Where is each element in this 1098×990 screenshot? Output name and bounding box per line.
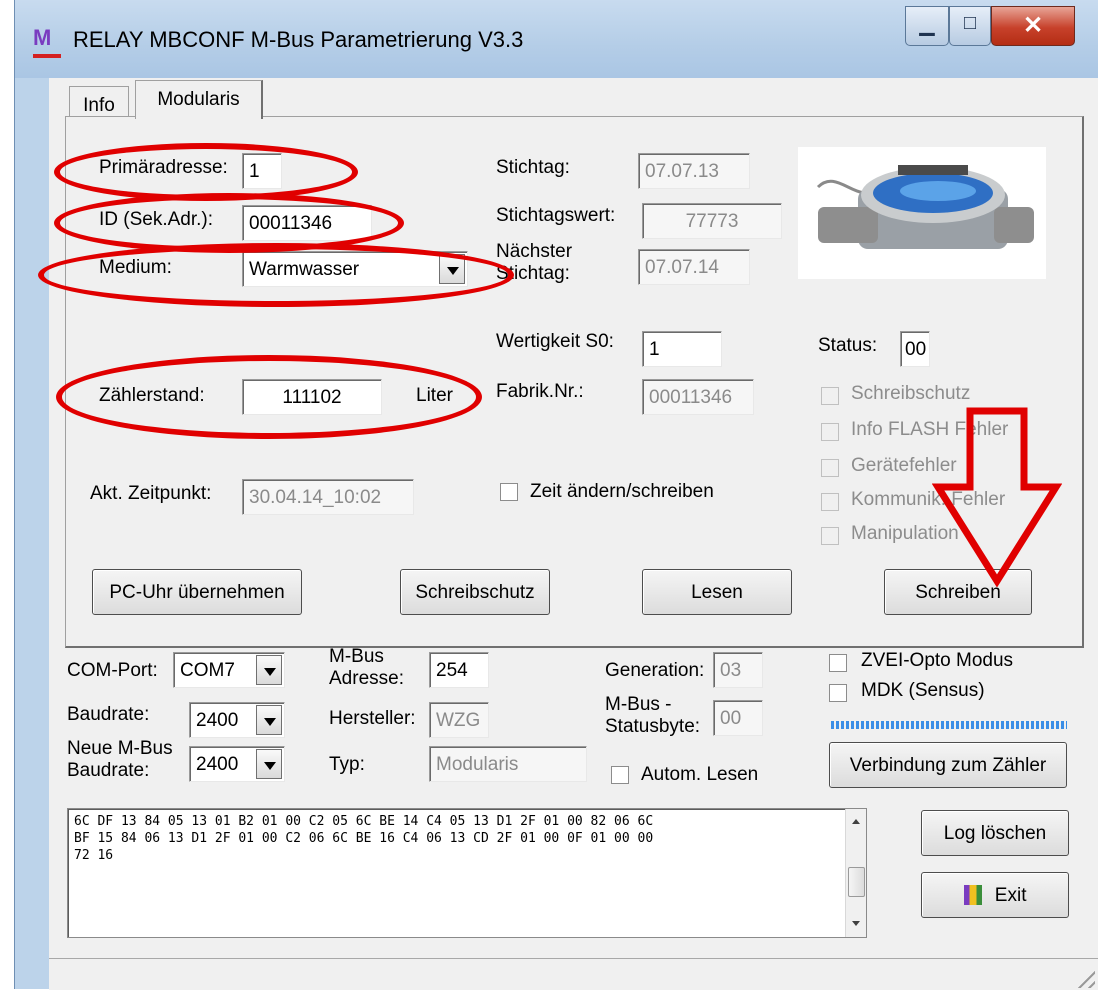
zvei-opto-label: ZVEI-Opto Modus (861, 650, 1014, 671)
tab-modularis-label: Modularis (157, 89, 240, 110)
annotation-ellipse-medium (38, 243, 514, 307)
progress-bar (831, 713, 1067, 729)
log-line: BF 15 84 06 13 D1 2F 01 00 C2 06 6C BE 1… (74, 831, 654, 846)
hersteller-label: Hersteller: (329, 708, 416, 729)
mbus-adresse-label: M-Bus Adresse: (329, 646, 404, 690)
annotation-ellipse-zaehlerstand (56, 355, 482, 439)
wertigkeit-s0-label: Wertigkeit S0: (496, 331, 614, 352)
chevron-down-icon[interactable] (256, 655, 282, 685)
chevron-down-icon[interactable] (256, 749, 282, 779)
statusbyte-label-line2: Statusbyte: (605, 716, 701, 737)
neue-baudrate-label: Neue M-Bus Baudrate: (67, 738, 173, 782)
neue-baudrate-value: 2400 (196, 754, 239, 775)
scroll-up-icon[interactable] (852, 819, 860, 824)
generation-field: 03 (713, 652, 763, 688)
minimize-icon: ▁ (919, 14, 935, 36)
stichtag-field: 07.07.13 (638, 153, 750, 189)
typ-label: Typ: (329, 754, 365, 775)
fabrik-nr-field: 00011346 (642, 379, 754, 415)
neue-baudrate-select[interactable]: 2400 (189, 746, 285, 782)
minimize-button[interactable]: ▁ (905, 6, 949, 46)
naechster-label-line1: Nächster (496, 241, 573, 262)
naechster-stichtag-field: 07.07.14 (638, 249, 750, 285)
status-bar (49, 958, 1098, 990)
annotation-arrow-down-icon (932, 407, 1062, 587)
stichtag-label: Stichtag: (496, 157, 570, 178)
scroll-down-icon[interactable] (852, 921, 860, 926)
zeit-aendern-checkbox[interactable] (500, 483, 518, 501)
statusbyte-label: M-Bus - Statusbyte: (605, 694, 700, 738)
mbus-adresse-label-line1: M-Bus (329, 646, 384, 667)
chevron-down-icon[interactable] (256, 705, 282, 735)
schreibschutz-check-label: Schreibschutz (851, 383, 971, 404)
akt-zeitpunkt-label: Akt. Zeitpunkt: (90, 483, 212, 504)
baudrate-label: Baudrate: (67, 704, 150, 725)
com-port-label: COM-Port: (67, 660, 158, 681)
zvei-opto-checkbox[interactable] (829, 654, 847, 672)
autom-lesen-label: Autom. Lesen (641, 764, 759, 785)
statusbyte-field: 00 (713, 700, 763, 736)
statusbyte-label-line1: M-Bus - (605, 694, 672, 715)
neue-baudrate-label-line2: Baudrate: (67, 760, 150, 781)
mbus-adresse-label-line2: Adresse: (329, 668, 404, 689)
stichtagswert-field: 77773 (642, 203, 782, 239)
window-title: RELAY MBCONF M-Bus Parametrierung V3.3 (73, 27, 524, 52)
fabrik-nr-label: Fabrik.Nr.: (496, 381, 584, 402)
app-window: M RELAY MBCONF M-Bus Parametrierung V3.3… (14, 0, 1098, 990)
mbus-adresse-field[interactable]: 254 (429, 652, 489, 688)
typ-field: Modularis (429, 746, 587, 782)
close-icon: ✕ (1022, 12, 1044, 39)
mdk-label: MDK (Sensus) (861, 680, 985, 701)
kommunik-checkbox (821, 493, 839, 511)
exit-button[interactable]: Exit (921, 872, 1069, 918)
maximize-icon: □ (963, 12, 977, 34)
stichtagswert-label: Stichtagswert: (496, 205, 616, 226)
autom-lesen-checkbox[interactable] (611, 766, 629, 784)
verbindung-button[interactable]: Verbindung zum Zähler (829, 742, 1067, 788)
client-area: Info Modularis Primäradresse: 1 ID (Sek.… (38, 78, 1098, 990)
com-port-value: COM7 (180, 660, 235, 681)
scroll-thumb[interactable] (848, 867, 865, 897)
log-textarea[interactable]: 6C DF 13 84 05 13 01 B2 01 00 C2 05 6C B… (67, 808, 867, 938)
resize-grip-icon[interactable] (1073, 966, 1095, 988)
status-label: Status: (818, 335, 878, 356)
pc-uhr-button[interactable]: PC-Uhr übernehmen (92, 569, 302, 615)
mdk-checkbox[interactable] (829, 684, 847, 702)
lesen-button[interactable]: Lesen (642, 569, 792, 615)
maximize-button[interactable]: □ (949, 6, 991, 46)
schreibschutz-button[interactable]: Schreibschutz (400, 569, 550, 615)
schreibschutz-checkbox (821, 387, 839, 405)
info-flash-checkbox (821, 423, 839, 441)
title-bar[interactable]: M RELAY MBCONF M-Bus Parametrierung V3.3… (15, 0, 1098, 78)
manipulation-checkbox (821, 527, 839, 545)
baudrate-select[interactable]: 2400 (189, 702, 285, 738)
zeit-aendern-label: Zeit ändern/schreiben (530, 481, 714, 502)
close-button[interactable]: ✕ (991, 6, 1075, 46)
generation-label: Generation: (605, 660, 705, 681)
neue-baudrate-label-line1: Neue M-Bus (67, 738, 173, 759)
exit-icon (963, 885, 982, 905)
baudrate-value: 2400 (196, 710, 239, 731)
com-port-select[interactable]: COM7 (173, 652, 285, 688)
akt-zeitpunkt-field: 30.04.14_10:02 (242, 479, 414, 515)
geraetefehler-checkbox (821, 459, 839, 477)
log-scrollbar[interactable] (845, 809, 866, 937)
wertigkeit-s0-field[interactable]: 1 (642, 331, 722, 367)
modularis-panel: Primäradresse: 1 ID (Sek.Adr.): 00011346… (38, 116, 1084, 648)
log-loeschen-button[interactable]: Log löschen (921, 810, 1069, 856)
tab-info[interactable]: Info (69, 86, 129, 116)
tab-modularis[interactable]: Modularis (135, 80, 263, 119)
hersteller-field: WZG (429, 702, 489, 738)
exit-label: Exit (994, 885, 1027, 906)
log-line: 6C DF 13 84 05 13 01 B2 01 00 C2 05 6C B… (74, 814, 654, 829)
app-logo-icon: M (33, 26, 61, 58)
status-field: 00 (900, 331, 930, 367)
log-line: 72 16 (74, 848, 114, 863)
tab-info-label: Info (83, 95, 115, 116)
meter-image (798, 147, 1046, 279)
